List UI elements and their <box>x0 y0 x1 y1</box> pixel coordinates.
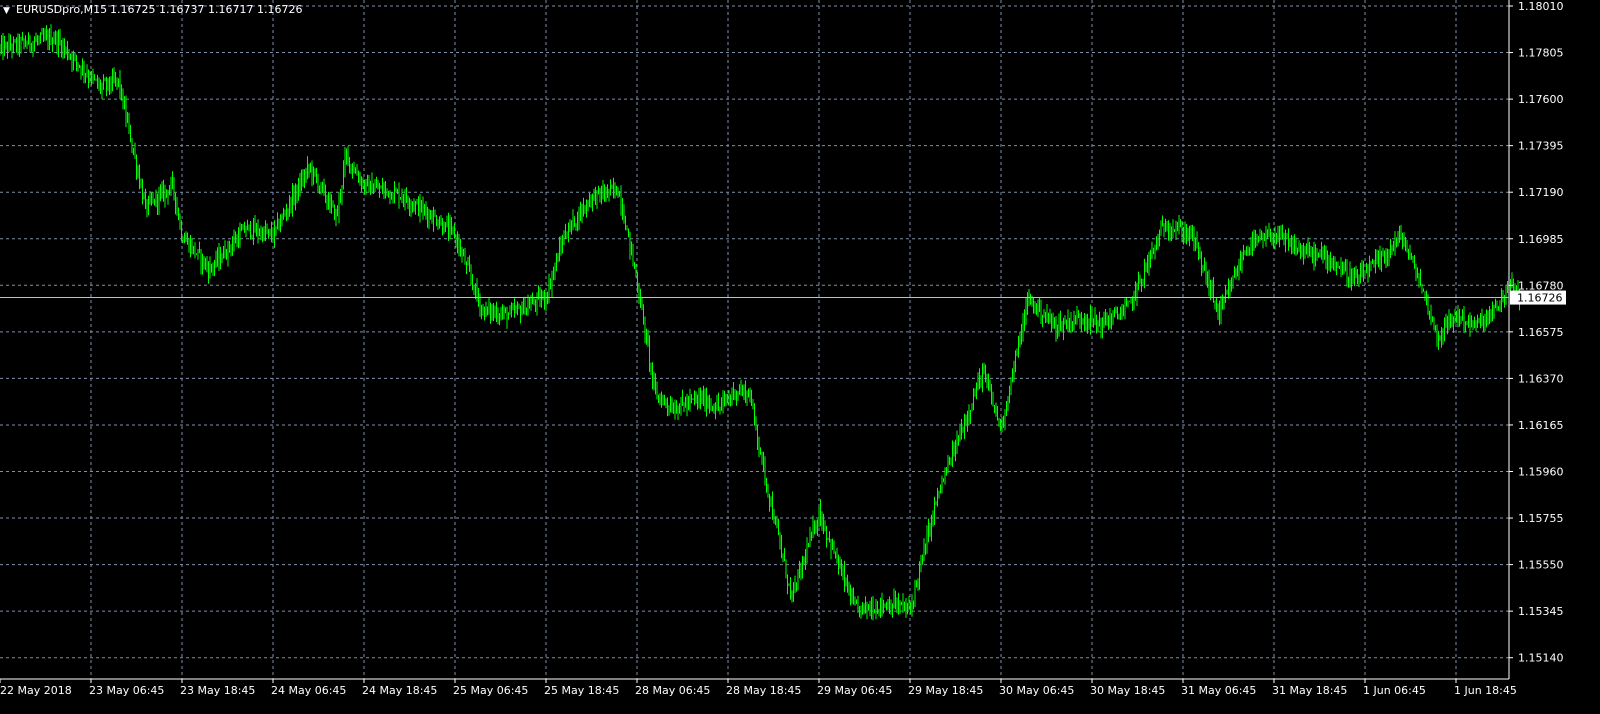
chart-menu-icon[interactable]: ▼ <box>3 6 10 16</box>
time-tick-label: 28 May 06:45 <box>635 684 710 697</box>
time-tick-label: 29 May 06:45 <box>817 684 892 697</box>
time-tick-label: 22 May 2018 <box>0 684 72 697</box>
symbol-timeframe-label: EURUSDpro,M15 <box>16 3 107 16</box>
chart-background <box>0 0 1600 714</box>
price-tick-label: 1.16165 <box>1518 419 1564 432</box>
ohlc-readout: 1.16725 1.16737 1.16717 1.16726 <box>110 3 302 16</box>
time-tick-label: 24 May 06:45 <box>271 684 346 697</box>
time-tick-label: 25 May 18:45 <box>544 684 619 697</box>
time-tick-label: 30 May 18:45 <box>1090 684 1165 697</box>
time-tick-label: 29 May 18:45 <box>908 684 983 697</box>
price-tick-label: 1.16985 <box>1518 233 1564 246</box>
time-axis-labels: 22 May 2018 23 May 06:45 23 May 18:45 24 Ma… <box>0 684 1517 697</box>
price-tick-label: 1.15550 <box>1518 559 1564 572</box>
price-tick-label: 1.15140 <box>1518 652 1564 665</box>
time-tick-label: 23 May 06:45 <box>89 684 164 697</box>
price-chart[interactable]: 1.18010 1.17805 1.17600 1.17395 1.17190 1.169… <box>0 0 1600 714</box>
price-tick-label: 1.15755 <box>1518 512 1564 525</box>
price-tick-label: 1.17805 <box>1518 47 1564 60</box>
time-tick-label: 31 May 06:45 <box>1181 684 1256 697</box>
time-tick-label: 31 May 18:45 <box>1272 684 1347 697</box>
price-tick-label: 1.15345 <box>1518 605 1564 618</box>
time-tick-label: 23 May 18:45 <box>180 684 255 697</box>
price-tick-label: 1.17190 <box>1518 186 1564 199</box>
price-tick-label: 1.17600 <box>1518 93 1564 106</box>
current-price-label: 1.16726 <box>1517 292 1563 305</box>
time-tick-label: 1 Jun 06:45 <box>1363 684 1426 697</box>
price-tick-label: 1.15960 <box>1518 466 1564 479</box>
price-tick-label: 1.16575 <box>1518 326 1564 339</box>
price-axis-labels: 1.18010 1.17805 1.17600 1.17395 1.17190 1.169… <box>1518 0 1564 665</box>
price-tick-label: 1.16370 <box>1518 372 1564 385</box>
price-tick-label: 1.17395 <box>1518 140 1564 153</box>
price-tick-label: 1.18010 <box>1518 0 1564 13</box>
time-tick-label: 25 May 06:45 <box>453 684 528 697</box>
time-tick-label: 24 May 18:45 <box>362 684 437 697</box>
time-tick-label: 28 May 18:45 <box>726 684 801 697</box>
price-tick-label: 1.16780 <box>1518 279 1564 292</box>
price-chart-window[interactable]: 1.18010 1.17805 1.17600 1.17395 1.17190 1.169… <box>0 0 1600 714</box>
time-tick-label: 1 Jun 18:45 <box>1454 684 1517 697</box>
time-tick-label: 30 May 06:45 <box>999 684 1074 697</box>
chart-header: ▼ EURUSDpro,M15 1.16725 1.16737 1.16717 … <box>3 3 302 16</box>
